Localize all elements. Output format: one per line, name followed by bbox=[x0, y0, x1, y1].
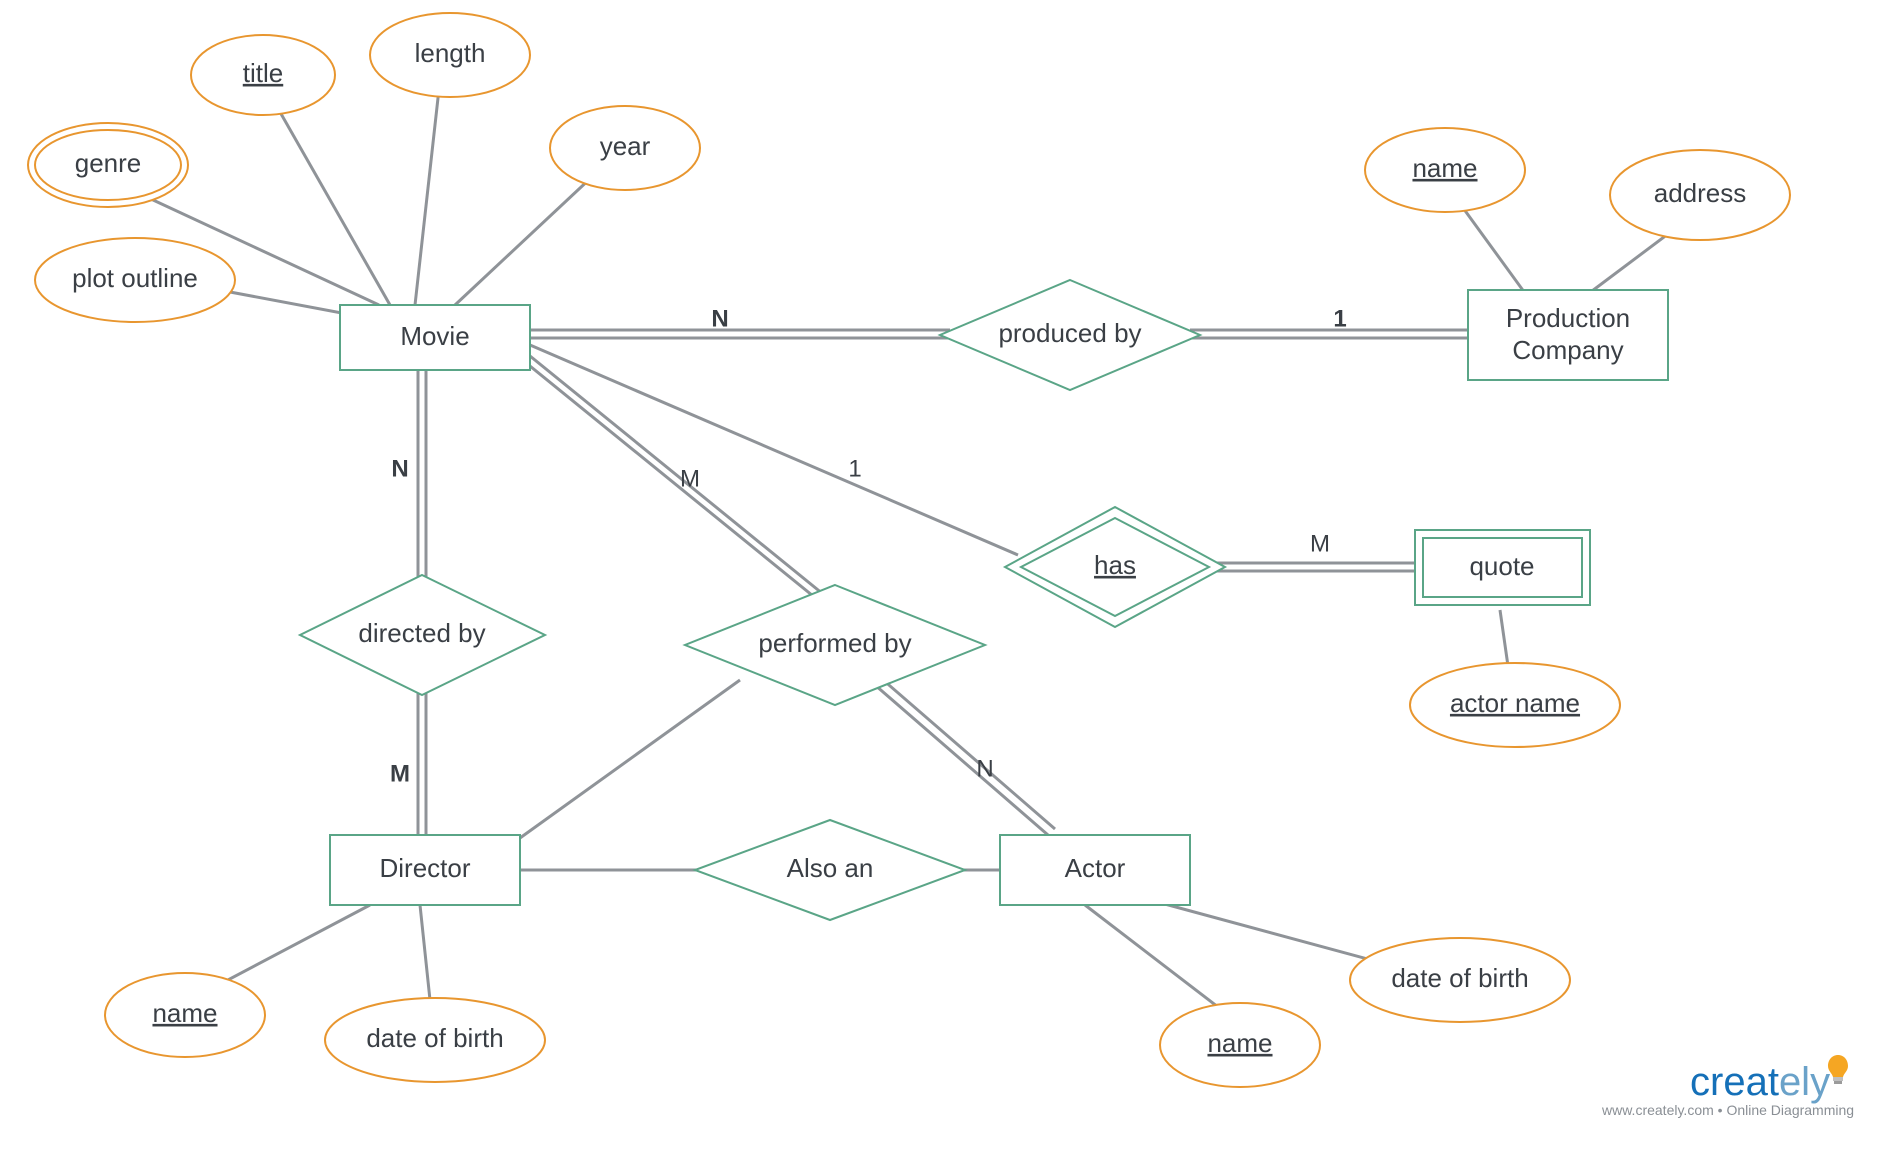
svg-text:actor name: actor name bbox=[1450, 688, 1580, 718]
svg-text:genre: genre bbox=[75, 148, 142, 178]
card-performedby-actor-N: N bbox=[976, 755, 993, 782]
conn-movie-has bbox=[530, 345, 1018, 555]
svg-text:name: name bbox=[1412, 153, 1477, 183]
entity-actor: Actor bbox=[1000, 835, 1190, 905]
attr-title: title bbox=[191, 35, 335, 115]
svg-text:date of birth: date of birth bbox=[1391, 963, 1528, 993]
svg-text:Director: Director bbox=[379, 853, 470, 883]
svg-text:Actor: Actor bbox=[1065, 853, 1126, 883]
svg-text:Movie: Movie bbox=[400, 321, 469, 351]
attr-actor-dob: date of birth bbox=[1350, 938, 1570, 1022]
card-movie-directedby-N: N bbox=[391, 455, 408, 482]
rel-also-an: Also an bbox=[695, 820, 965, 920]
svg-text:directed by: directed by bbox=[358, 618, 485, 648]
conn-has-quote bbox=[1215, 563, 1415, 571]
attr-quote-actorname: actor name bbox=[1410, 663, 1620, 747]
card-movie-has-1: 1 bbox=[848, 455, 861, 482]
svg-text:name: name bbox=[152, 998, 217, 1028]
conn-performedby-actor bbox=[875, 679, 1055, 835]
rel-produced-by: produced by bbox=[940, 280, 1200, 390]
conn-movie-producedby bbox=[530, 330, 950, 338]
conn-dir-dob bbox=[420, 905, 430, 1000]
attr-actor-name: name bbox=[1160, 1003, 1320, 1087]
conn-actor-name bbox=[1085, 905, 1235, 1020]
rel-directed-by: directed by bbox=[300, 575, 545, 695]
attr-director-dob: date of birth bbox=[325, 998, 545, 1082]
entity-quote: quote bbox=[1415, 530, 1590, 605]
conn-movie-directedby bbox=[418, 370, 426, 580]
conn-director-performedby bbox=[520, 680, 740, 838]
entity-movie: Movie bbox=[340, 305, 530, 370]
svg-text:length: length bbox=[415, 38, 486, 68]
svg-text:Production: Production bbox=[1506, 303, 1630, 333]
conn-movie-performedby bbox=[525, 356, 823, 600]
attr-director-name: name bbox=[105, 973, 265, 1057]
lightbulb-icon bbox=[1828, 1055, 1848, 1084]
rel-has: has bbox=[1005, 507, 1225, 627]
card-producedby-pc-1: 1 bbox=[1333, 305, 1346, 332]
svg-text:Company: Company bbox=[1512, 335, 1623, 365]
svg-text:address: address bbox=[1654, 178, 1747, 208]
svg-text:plot outline: plot outline bbox=[72, 263, 198, 293]
logo-subtitle: www.creately.com • Online Diagramming bbox=[1601, 1102, 1854, 1118]
svg-text:year: year bbox=[600, 131, 651, 161]
svg-text:has: has bbox=[1094, 550, 1136, 580]
svg-text:Also an: Also an bbox=[787, 853, 874, 883]
svg-text:creately: creately bbox=[1690, 1060, 1830, 1104]
svg-text:title: title bbox=[243, 58, 283, 88]
svg-text:name: name bbox=[1207, 1028, 1272, 1058]
conn-length-movie bbox=[415, 80, 440, 305]
attr-length: length bbox=[370, 13, 530, 97]
svg-text:performed by: performed by bbox=[758, 628, 911, 658]
entity-production-company: Production Company bbox=[1468, 290, 1668, 380]
attr-pc-name: name bbox=[1365, 128, 1525, 212]
entity-director: Director bbox=[330, 835, 520, 905]
conn-producedby-pc bbox=[1190, 330, 1468, 338]
card-movie-producedby-N: N bbox=[711, 305, 728, 332]
attr-pc-address: address bbox=[1610, 150, 1790, 240]
er-diagram: genre title length year plot outline nam… bbox=[0, 0, 1880, 1150]
attr-year: year bbox=[550, 106, 700, 190]
creately-logo: creately www.creately.com • Online Diagr… bbox=[1601, 1055, 1854, 1118]
conn-title-movie bbox=[276, 105, 390, 305]
attr-genre: genre bbox=[28, 123, 188, 207]
card-has-quote-M: M bbox=[1310, 530, 1330, 557]
card-directedby-director-M: M bbox=[390, 760, 410, 787]
attr-plot-outline: plot outline bbox=[35, 238, 235, 322]
svg-text:date of birth: date of birth bbox=[366, 1023, 503, 1053]
svg-text:produced by: produced by bbox=[998, 318, 1141, 348]
svg-text:quote: quote bbox=[1469, 551, 1534, 581]
card-movie-performedby-M: M bbox=[680, 465, 700, 492]
conn-directedby-director bbox=[418, 690, 426, 835]
